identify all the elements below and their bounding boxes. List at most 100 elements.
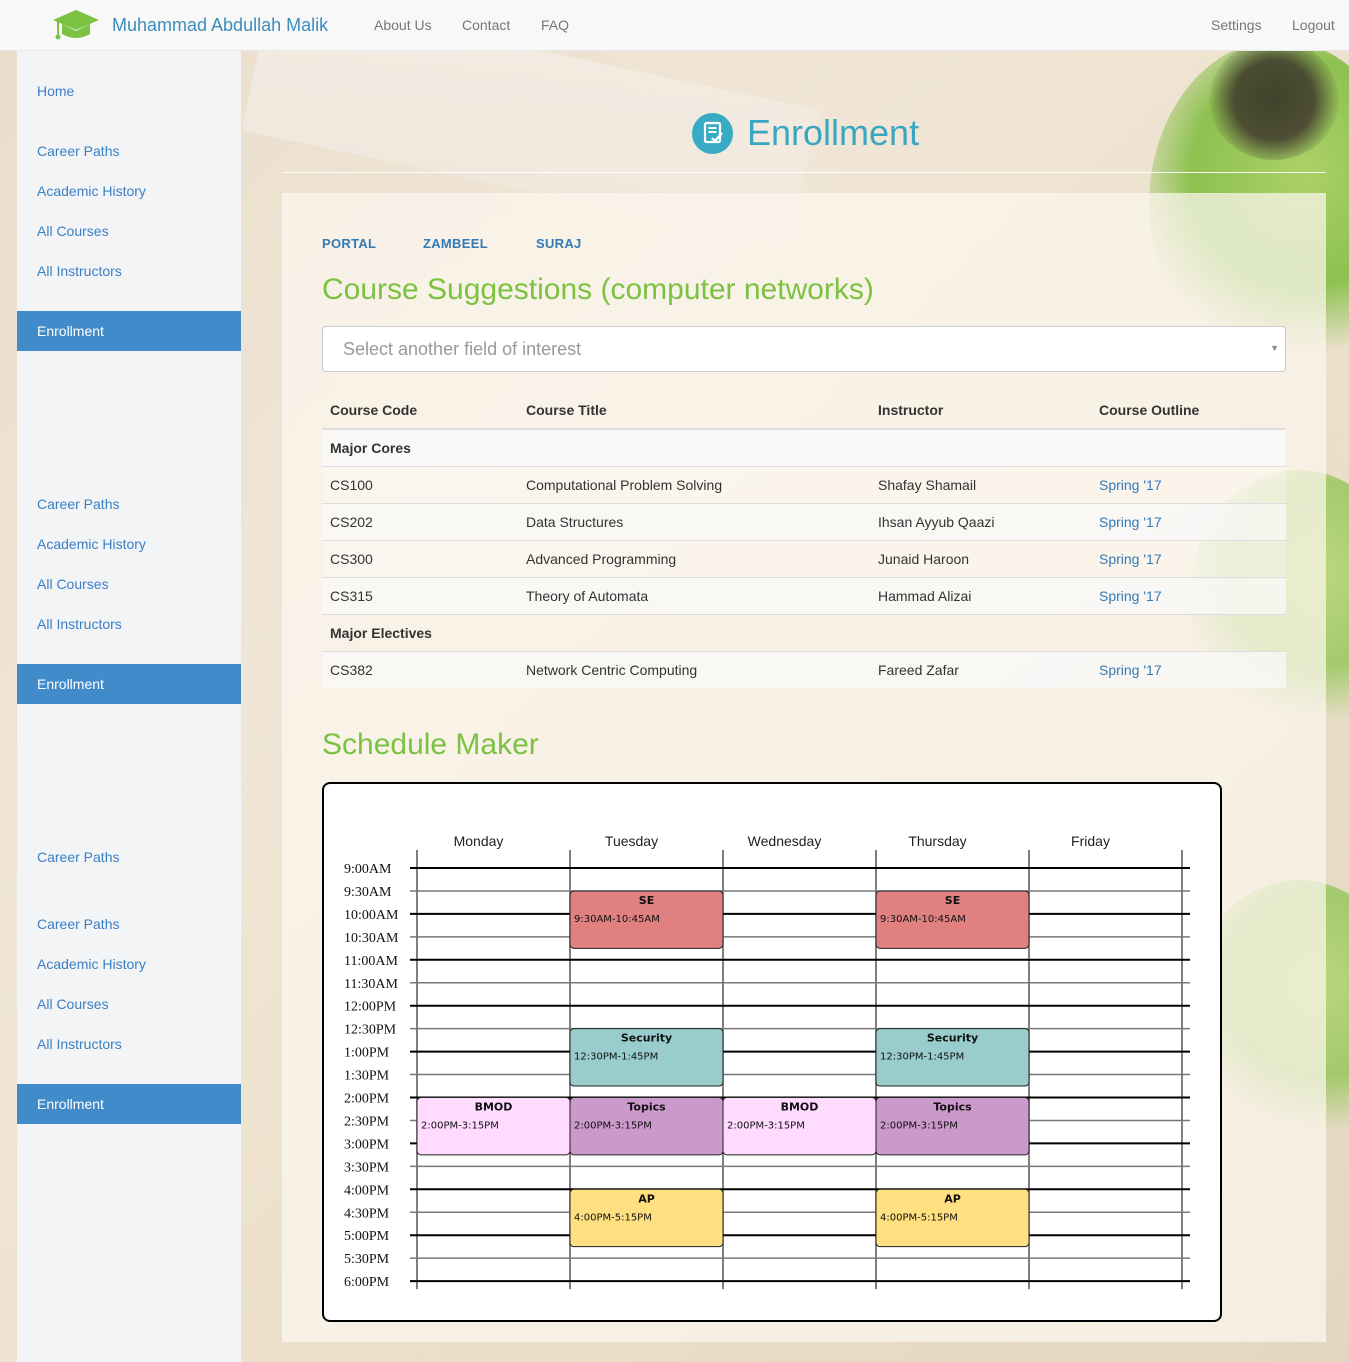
time-label: 2:30PM [344,1114,390,1129]
course-instructor: Hammad Alizai [870,576,1091,614]
class-time: 9:30AM-10:45AM [574,914,660,925]
brand[interactable]: Muhammad Abdullah Malik [52,8,328,42]
col-course-code: Course Code [322,393,518,430]
nav-settings[interactable]: Settings [1211,17,1262,33]
time-label: 1:30PM [344,1069,390,1084]
schedule-grid: Monday Tuesday Wednesday Thursday Friday 9:00… [344,833,1190,1290]
header-divider [282,172,1326,173]
course-code: CS202 [322,502,518,540]
class-time: 2:00PM-3:15PM [421,1121,499,1132]
time-label: 4:30PM [344,1206,390,1221]
brand-name: Muhammad Abdullah Malik [112,14,329,35]
sidebar-item-all-instructors[interactable]: All Instructors [37,616,122,632]
course-outline-link[interactable]: Spring '17 [1099,662,1162,678]
select-placeholder: Select another field of interest [343,339,582,359]
enrollment-form-icon [692,112,733,154]
field-of-interest-select[interactable]: Select another field of interest ▼ [322,326,1286,372]
day-header: Monday [454,833,504,849]
schedule-maker: Monday Tuesday Wednesday Thursday Friday 9:00… [322,782,1222,1322]
class-time: 2:00PM-3:15PM [727,1121,805,1132]
sidebar-item-all-courses[interactable]: All Courses [37,996,109,1012]
sidebar-item-enrollment[interactable]: Enrollment [17,1084,241,1124]
course-instructor: Ihsan Ayyub Qaazi [870,502,1091,540]
table-group-row: Major Electives [322,613,1286,651]
course-instructor: Fareed Zafar [870,650,1091,688]
course-code: CS315 [322,576,518,614]
nav-faq[interactable]: FAQ [541,17,569,33]
course-outline-link[interactable]: Spring '17 [1099,551,1162,567]
time-label: 5:00PM [344,1229,390,1244]
time-label: 9:00AM [344,862,392,877]
course-table: Course Code Course Title Instructor Cour… [322,393,1286,688]
day-header: Thursday [908,833,966,849]
sidebar-item-academic-history[interactable]: Academic History [37,536,146,552]
table-row: CS100 Computational Problem Solving Shaf… [322,465,1286,503]
sidebar-item-home[interactable]: Home [37,83,74,99]
table-row: CS315 Theory of Automata Hammad Alizai S… [322,576,1286,614]
time-label: 6:00PM [344,1275,390,1290]
time-label: 11:30AM [344,977,398,992]
page-header: Enrollment [692,112,919,154]
caret-down-icon: ▼ [1270,343,1279,353]
class-name: Security [621,1032,672,1045]
time-label: 9:30AM [344,885,392,900]
class-time: 4:00PM-5:15PM [574,1212,652,1223]
course-code: CS300 [322,539,518,577]
time-label: 3:00PM [344,1137,390,1152]
background-coffee [1209,40,1339,160]
tab-zambeel[interactable]: ZAMBEEL [423,236,488,251]
course-instructor: Junaid Haroon [870,539,1091,577]
tab-suraj[interactable]: SURAJ [536,236,582,251]
course-instructor: Shafay Shamail [870,465,1091,503]
class-time: 2:00PM-3:15PM [880,1121,958,1132]
sidebar-item-all-courses[interactable]: All Courses [37,576,109,592]
sidebar-item-career-paths[interactable]: Career Paths [37,143,119,159]
sidebar-item-all-instructors[interactable]: All Instructors [37,263,122,279]
sidebar-item-academic-history[interactable]: Academic History [37,183,146,199]
course-outline-link[interactable]: Spring '17 [1099,514,1162,530]
class-name: BMOD [475,1101,513,1114]
nav-logout[interactable]: Logout [1292,17,1335,33]
sidebar-item-career-paths[interactable]: Career Paths [37,496,119,512]
course-title: Theory of Automata [518,576,870,614]
table-row: CS300 Advanced Programming Junaid Haroon… [322,539,1286,577]
class-name: Security [927,1032,978,1045]
nav-contact[interactable]: Contact [462,17,510,33]
time-label: 5:30PM [344,1252,390,1267]
day-header: Wednesday [748,833,822,849]
sidebar-item-career-paths[interactable]: Career Paths [37,849,119,865]
time-label: 12:00PM [344,1000,397,1015]
class-name: SE [945,894,960,907]
time-label: 11:00AM [344,954,398,969]
table-group-row: Major Cores [322,428,1286,466]
table-row: CS202 Data Structures Ihsan Ayyub Qaazi … [322,502,1286,540]
group-label: Major Electives [322,613,1286,651]
main-panel: PORTAL ZAMBEEL SURAJ Course Suggestions … [282,193,1326,1342]
course-suggestions-title: Course Suggestions (computer networks) [322,273,874,306]
sidebar-item-all-courses[interactable]: All Courses [37,223,109,239]
graduation-cap-icon [53,10,99,40]
class-name: SE [639,894,654,907]
class-name: BMOD [781,1101,819,1114]
col-course-outline: Course Outline [1091,393,1286,430]
class-name: Topics [933,1101,972,1114]
course-outline-link[interactable]: Spring '17 [1099,477,1162,493]
class-time: 4:00PM-5:15PM [880,1212,958,1223]
sidebar-item-all-instructors[interactable]: All Instructors [37,1036,122,1052]
tab-portal[interactable]: PORTAL [322,236,376,251]
day-header: Friday [1071,833,1110,849]
course-code: CS382 [322,650,518,688]
course-title: Network Centric Computing [518,650,870,688]
nav-about-us[interactable]: About Us [374,17,432,33]
time-label: 2:00PM [344,1092,390,1107]
time-label: 10:00AM [344,908,399,923]
sidebar-item-academic-history[interactable]: Academic History [37,956,146,972]
sidebar-item-enrollment[interactable]: Enrollment [17,664,241,704]
time-label: 4:00PM [344,1183,390,1198]
sidebar-item-career-paths[interactable]: Career Paths [37,916,119,932]
class-time: 9:30AM-10:45AM [880,914,966,925]
sidebar-item-enrollment[interactable]: Enrollment [17,311,241,351]
group-label: Major Cores [322,428,1286,466]
course-outline-link[interactable]: Spring '17 [1099,588,1162,604]
class-time: 2:00PM-3:15PM [574,1121,652,1132]
